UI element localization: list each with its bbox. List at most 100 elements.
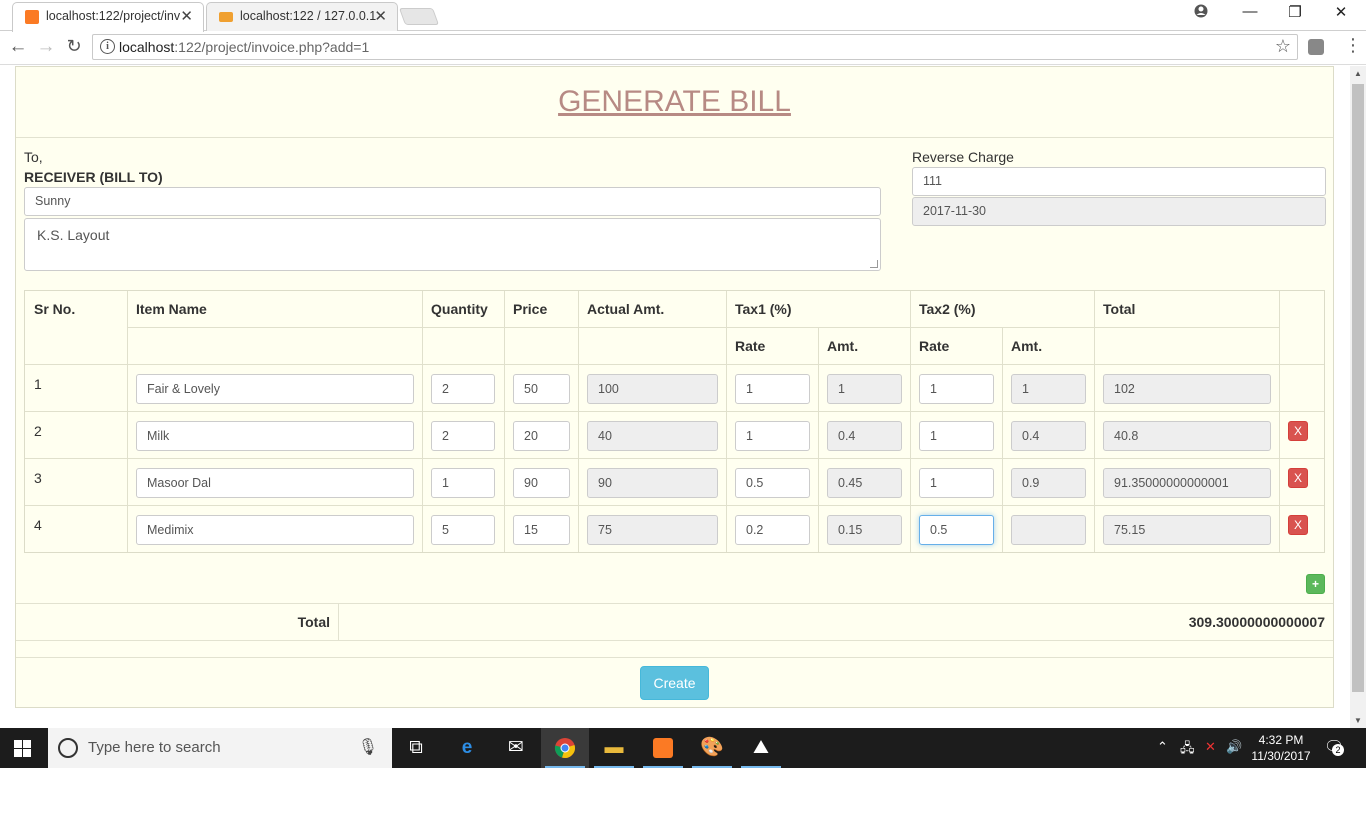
taskbar-search-box[interactable]: Type here to search 🎙 <box>48 728 392 768</box>
window-close-button[interactable]: ✕ <box>1318 3 1364 21</box>
active-indicator <box>643 766 683 768</box>
volume-icon[interactable]: 🔊 <box>1226 739 1242 755</box>
cortana-icon <box>58 738 78 758</box>
header-actual-amt: Actual Amt. <box>587 301 665 317</box>
tax1-rate-input[interactable]: 1 <box>735 374 810 404</box>
close-icon[interactable]: ✕ <box>374 7 387 25</box>
clock-time: 4:32 PM <box>1258 733 1304 747</box>
tax2-rate-input[interactable]: 1 <box>919 468 994 498</box>
scroll-down-arrow-icon[interactable]: ▼ <box>1350 716 1366 725</box>
file-explorer-icon[interactable]: ▬ <box>590 728 638 768</box>
delete-row-button[interactable]: X <box>1288 515 1308 535</box>
receiver-name-input[interactable]: Sunny <box>24 187 881 216</box>
reload-button[interactable]: ↻ <box>63 36 85 57</box>
extension-icon[interactable] <box>1308 39 1324 55</box>
divider <box>16 603 1333 604</box>
info-icon[interactable]: i <box>100 39 115 54</box>
price-input[interactable]: 50 <box>513 374 570 404</box>
price-input[interactable]: 15 <box>513 515 570 545</box>
header-tax2-rate: Rate <box>919 338 950 354</box>
quantity-input[interactable]: 1 <box>431 468 495 498</box>
reverse-charge-input[interactable]: 111 <box>912 167 1326 196</box>
vertical-scrollbar[interactable]: ▲ ▼ <box>1350 66 1366 728</box>
header-price: Price <box>513 301 548 317</box>
active-indicator <box>741 766 781 768</box>
quantity-input[interactable]: 2 <box>431 421 495 451</box>
row-total-field: 91.35000000000001 <box>1103 468 1271 498</box>
show-hidden-icons-chevron-icon[interactable]: ⌃ <box>1157 739 1168 755</box>
browser-menu-icon[interactable]: ⋮ <box>1344 35 1362 56</box>
quantity-input[interactable]: 5 <box>431 515 495 545</box>
resize-handle[interactable] <box>870 260 878 268</box>
network-icon[interactable]: 🖧 <box>1180 739 1195 761</box>
item-name-input[interactable]: Fair & Lovely <box>136 374 414 404</box>
tax1-rate-input[interactable]: 0.5 <box>735 468 810 498</box>
restore-button[interactable]: ❐ <box>1272 3 1318 21</box>
xampp-icon <box>25 10 39 24</box>
minimize-button[interactable]: — <box>1227 3 1273 20</box>
delete-row-button[interactable]: X <box>1288 468 1308 488</box>
create-button[interactable]: Create <box>640 666 709 700</box>
tax1-rate-input[interactable]: 0.2 <box>735 515 810 545</box>
active-indicator <box>594 766 634 768</box>
receiver-address-textarea[interactable]: K.S. Layout <box>24 218 881 271</box>
url-host: localhost <box>119 39 175 55</box>
header-total: Total <box>1103 301 1136 317</box>
address-bar[interactable]: i localhost:122/project/invoice.php?add=… <box>92 34 1298 60</box>
taskbar: Type here to search 🎙 ⧉ e ✉ ▬ 🎨 ⛰ ⌃ 🖧 ✕ … <box>0 728 1366 768</box>
forward-button[interactable]: → <box>35 36 57 58</box>
table-rule <box>1279 291 1280 552</box>
price-input[interactable]: 90 <box>513 468 570 498</box>
chrome-icon[interactable] <box>541 728 589 768</box>
mail-icon[interactable]: ✉ <box>492 728 540 768</box>
close-icon[interactable]: ✕ <box>180 7 193 25</box>
page-title: GENERATE BILL <box>558 85 791 118</box>
bookmark-star-icon[interactable]: ☆ <box>1275 36 1291 57</box>
grand-total-label: Total <box>297 614 330 630</box>
scroll-up-arrow-icon[interactable]: ▲ <box>1350 69 1366 78</box>
actual-amt-field: 40 <box>587 421 718 451</box>
url-path: :122/project/invoice.php?add=1 <box>174 39 370 55</box>
table-rule <box>1094 291 1095 552</box>
header-tax1: Tax1 (%) <box>735 301 792 317</box>
system-clock[interactable]: 4:32 PM 11/30/2017 <box>1248 732 1314 764</box>
table-rule <box>1002 327 1003 552</box>
item-name-input[interactable]: Masoor Dal <box>136 468 414 498</box>
tax1-amt-field: 1 <box>827 374 902 404</box>
microphone-icon[interactable]: 🎙 <box>358 737 378 757</box>
photos-icon[interactable]: ⛰ <box>737 728 785 768</box>
xampp-taskbar-icon[interactable] <box>639 728 687 768</box>
quantity-input[interactable]: 2 <box>431 374 495 404</box>
new-tab-button[interactable] <box>398 8 440 25</box>
tax2-rate-input[interactable]: 0.5 <box>919 515 994 545</box>
task-view-icon[interactable]: ⧉ <box>392 728 440 768</box>
account-icon[interactable] <box>1178 4 1224 22</box>
tax2-amt-field: 0.4 <box>1011 421 1086 451</box>
delete-row-button[interactable]: X <box>1288 421 1308 441</box>
battery-alert-icon[interactable]: ✕ <box>1205 739 1216 755</box>
table-rule <box>25 411 1324 412</box>
back-button[interactable]: ← <box>7 36 29 58</box>
table-rule <box>504 291 505 552</box>
edge-icon[interactable]: e <box>443 728 491 768</box>
divider <box>16 137 1333 138</box>
search-placeholder: Type here to search <box>88 739 221 756</box>
item-name-input[interactable]: Medimix <box>136 515 414 545</box>
divider <box>338 603 339 640</box>
notification-center-icon[interactable]: 🗨2 <box>1324 737 1344 757</box>
windows-start-icon[interactable] <box>14 740 31 757</box>
tax1-rate-input[interactable]: 1 <box>735 421 810 451</box>
scrollbar-thumb[interactable] <box>1352 84 1364 692</box>
receiver-label: RECEIVER (BILL TO) <box>24 169 163 185</box>
active-indicator <box>545 766 585 768</box>
row-total-field: 102 <box>1103 374 1271 404</box>
clock-date: 11/30/2017 <box>1251 749 1311 763</box>
price-input[interactable]: 20 <box>513 421 570 451</box>
paint-icon[interactable]: 🎨 <box>688 728 736 768</box>
tab-phpmyadmin[interactable]: localhost:122 / 127.0.0.1 ✕ <box>206 2 398 31</box>
item-name-input[interactable]: Milk <box>136 421 414 451</box>
tax2-rate-input[interactable]: 1 <box>919 374 994 404</box>
tax2-rate-input[interactable]: 1 <box>919 421 994 451</box>
add-row-button[interactable]: + <box>1306 574 1325 594</box>
tab-invoice[interactable]: localhost:122/project/inv ✕ <box>12 2 204 32</box>
